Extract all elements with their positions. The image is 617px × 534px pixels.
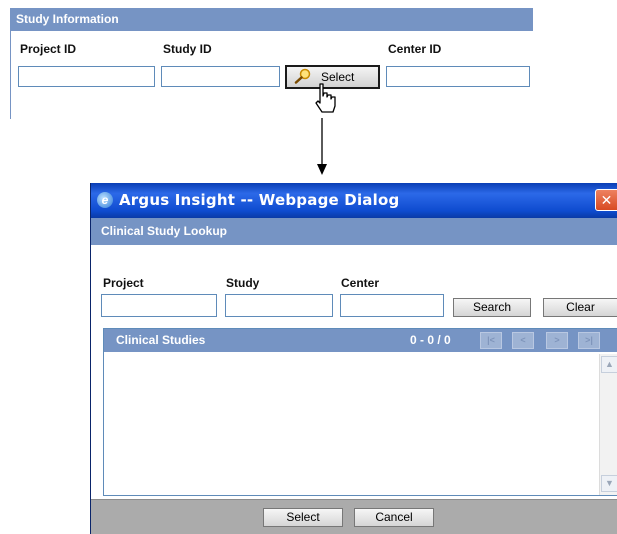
- scroll-up-icon[interactable]: ▲: [601, 356, 617, 373]
- center-id-input[interactable]: [386, 66, 530, 87]
- dialog-select-button[interactable]: Select: [263, 508, 343, 527]
- study-information-header: Study Information: [10, 8, 533, 31]
- study-input[interactable]: [225, 294, 333, 317]
- dialog-footer: Select Cancel: [91, 499, 617, 534]
- magnifier-icon: [293, 68, 313, 87]
- dialog-title-bar[interactable]: e Argus Insight -- Webpage Dialog ✕: [91, 183, 617, 218]
- center-input[interactable]: [340, 294, 444, 317]
- hand-cursor-icon: [312, 82, 338, 119]
- center-label: Center: [341, 276, 380, 290]
- study-id-input[interactable]: [161, 66, 280, 87]
- close-icon[interactable]: ✕: [595, 189, 617, 211]
- panel-border: [10, 31, 11, 119]
- last-page-button[interactable]: >|: [578, 332, 600, 349]
- search-button[interactable]: Search: [453, 298, 531, 317]
- arrow-down-icon: [314, 118, 330, 181]
- clear-button[interactable]: Clear: [543, 298, 617, 317]
- previous-page-button[interactable]: <: [512, 332, 534, 349]
- grid-title: Clinical Studies: [116, 333, 206, 347]
- project-id-label: Project ID: [20, 42, 77, 56]
- project-id-input[interactable]: [18, 66, 155, 87]
- lookup-dialog: e Argus Insight -- Webpage Dialog ✕ Clin…: [90, 183, 617, 534]
- first-page-button[interactable]: |<: [480, 332, 502, 349]
- study-label: Study: [226, 276, 260, 290]
- next-page-button[interactable]: >: [546, 332, 568, 349]
- clinical-study-lookup-header: Clinical Study Lookup: [91, 218, 617, 245]
- study-id-label: Study ID: [163, 42, 212, 56]
- project-input[interactable]: [101, 294, 217, 317]
- ie-icon: e: [97, 192, 113, 208]
- record-count: 0 - 0 / 0: [410, 333, 451, 347]
- center-id-label: Center ID: [388, 42, 442, 56]
- project-label: Project: [103, 276, 144, 290]
- dialog-cancel-button[interactable]: Cancel: [354, 508, 434, 527]
- vertical-scrollbar[interactable]: ▲ ▼: [599, 354, 617, 495]
- dialog-title: Argus Insight -- Webpage Dialog: [119, 191, 400, 209]
- grid-header: Clinical Studies 0 - 0 / 0 |< < > >|: [104, 329, 617, 352]
- scroll-down-icon[interactable]: ▼: [601, 475, 617, 492]
- clinical-studies-grid: Clinical Studies 0 - 0 / 0 |< < > >| ▲ ▼: [103, 328, 617, 496]
